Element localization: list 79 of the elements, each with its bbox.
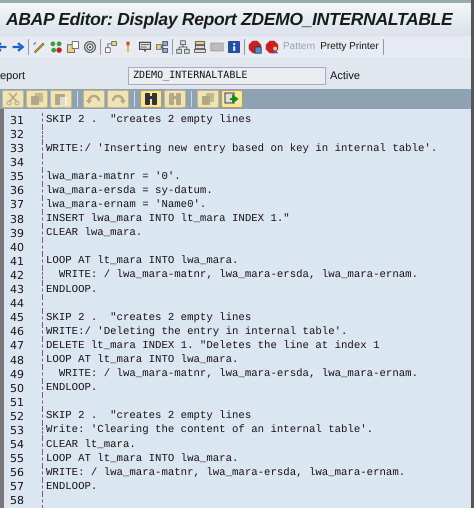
scissors-icon: [5, 92, 21, 106]
code-line: lwa_mara-ersda = sy-datum.: [46, 184, 213, 197]
tree-icon[interactable]: [176, 40, 190, 54]
code-line: LOOP AT lt_mara INTO lwa_mara.: [46, 354, 238, 366]
code-line: WRITE:/ 'Deleting the entry in internal table'.: [46, 326, 348, 338]
code-line: ENDLOOP.: [46, 284, 98, 296]
binoculars-button[interactable]: [140, 90, 162, 108]
code-line: WRITE: / lwa_mara-matnr, lwa_mara-ersda, lwa_mara-ernam.: [46, 466, 406, 479]
code-line: WRITE: / lwa_mara-matnr, lwa_mara-ersda, lwa_mara-ernam.: [58, 368, 418, 380]
binoculars-icon: [167, 92, 183, 106]
copy-icon[interactable]: [66, 40, 80, 54]
hierarchy-icon[interactable]: [104, 40, 118, 54]
line-number: 56: [9, 466, 25, 480]
paste-icon: [53, 92, 69, 106]
binoculars-icon: [143, 92, 159, 106]
code-line: WRITE:/ 'Inserting new entry based on key in internal table'.: [46, 142, 438, 155]
line-number: 42: [9, 268, 25, 282]
code-line: LOOP AT lt_mara INTO lwa_mara.: [46, 452, 238, 465]
line-number: 51: [9, 396, 25, 409]
code-line: lwa_mara-ernam = 'Name0'.: [46, 198, 206, 211]
status-text: Active: [330, 70, 360, 82]
code-line: SKIP 2 . "creates 2 empty lines: [46, 114, 252, 126]
code-line: LOOP AT lt_mara INTO lwa_mara.: [46, 255, 238, 268]
line-number: 46: [9, 325, 25, 338]
line-number: 41: [9, 254, 25, 268]
line-number: 49: [9, 368, 25, 381]
line-number: 58: [9, 494, 25, 508]
line-number: 36: [9, 184, 25, 198]
line-number: 44: [9, 297, 25, 310]
insert-icon: [224, 92, 240, 106]
code-line: WRITE: / lwa_mara-matnr, lwa_mara-ersda, lwa_mara-ernam.: [58, 269, 418, 282]
line-number: 54: [9, 438, 25, 452]
line-number: 48: [9, 354, 25, 367]
copy-icon: [200, 92, 216, 106]
screen-icon[interactable]: [138, 40, 152, 54]
code-line: CLEAR lwa_mara.: [46, 227, 142, 240]
code-line: DELETE lt_mara INDEX 1. "Deletes the line at index 1: [46, 340, 380, 352]
line-number: 39: [9, 226, 25, 240]
line-number: 33: [9, 142, 25, 156]
line-number: 53: [9, 424, 25, 437]
code-line: INSERT lwa_mara INTO lt_mara INDEX 1.": [46, 213, 290, 226]
line-number: 57: [9, 480, 25, 494]
window-title: ABAP Editor: Display Report ZDEMO_INTERNALTABLE: [6, 8, 452, 30]
code-line: ENDLOOP.: [46, 382, 98, 394]
stack-icon[interactable]: [193, 40, 207, 54]
program-name-field[interactable]: ZDEMO_INTERNALTABLE: [128, 66, 326, 85]
line-number: 32: [9, 128, 25, 142]
line-number: 37: [9, 198, 25, 212]
stop-icon[interactable]: [248, 40, 262, 54]
line-number: 47: [9, 339, 25, 352]
line-number: 45: [9, 311, 25, 324]
code-line: Write: 'Clearing the content of an internal table'.: [46, 424, 374, 436]
code-line: SKIP 2 . "creates 2 empty lines: [46, 410, 252, 422]
undo-icon: [86, 92, 102, 106]
field-label: eport: [0, 70, 26, 82]
redo-icon: [110, 92, 126, 106]
code-line: SKIP 2 . "creates 2 empty lines: [46, 312, 252, 324]
code-line: lwa_mara-matnr = '0'.: [46, 170, 181, 183]
line-number: 50: [9, 382, 25, 395]
line-number: 43: [9, 283, 25, 296]
insert-button[interactable]: [221, 90, 243, 108]
code-line: ENDLOOP.: [46, 480, 98, 493]
line-number: 31: [9, 114, 25, 127]
line-number: 35: [9, 170, 25, 184]
code-line: CLEAR lt_mara.: [46, 438, 136, 451]
line-number: 52: [9, 410, 25, 423]
spiral-icon[interactable]: [83, 40, 97, 54]
line-number: 40: [9, 240, 25, 254]
copy-icon: [29, 92, 45, 106]
line-number: 34: [9, 156, 25, 170]
pencil-icon[interactable]: [32, 40, 46, 54]
line-number: 38: [9, 212, 25, 226]
info-icon[interactable]: [227, 40, 241, 54]
toolbar-button[interactable]: Pretty Printer: [319, 41, 380, 52]
forward-arrow-icon[interactable]: [11, 40, 25, 54]
line-number: 55: [9, 452, 25, 466]
network-icon[interactable]: [155, 40, 169, 54]
dots-icon[interactable]: [49, 40, 63, 54]
stop-user-icon[interactable]: [265, 40, 279, 54]
